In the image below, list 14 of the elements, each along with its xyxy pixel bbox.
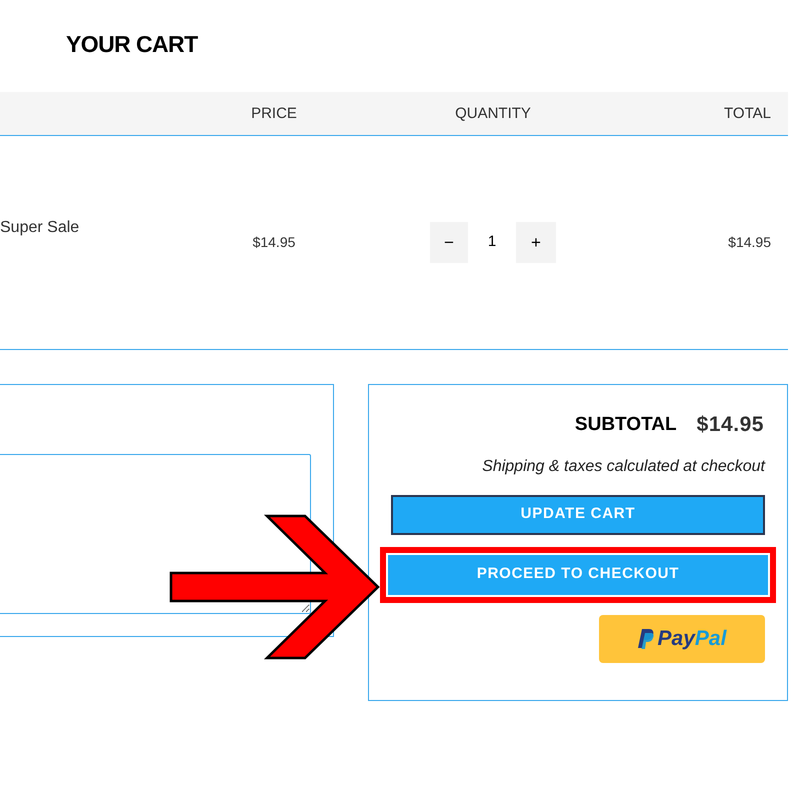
page-title: YOUR CART xyxy=(66,30,199,58)
paypal-button[interactable]: PayPal xyxy=(599,614,765,662)
shipping-note: Shipping & taxes calculated at checkout xyxy=(482,456,765,476)
subtotal-label: SUBTOTAL xyxy=(574,412,677,436)
subtotal-amount: $14.95 xyxy=(696,412,764,438)
total-cell: $14.95 xyxy=(728,234,771,250)
decrease-button[interactable]: − xyxy=(430,222,468,263)
increase-button[interactable]: + xyxy=(516,222,556,263)
price-cell: $14.95 xyxy=(252,234,296,250)
paypal-p-icon xyxy=(638,628,654,648)
column-header: QUANTITY xyxy=(455,104,531,122)
column-header: PRICE xyxy=(251,104,297,122)
column-header: TOTAL xyxy=(724,104,771,122)
product-name: Super Sale xyxy=(0,219,80,236)
